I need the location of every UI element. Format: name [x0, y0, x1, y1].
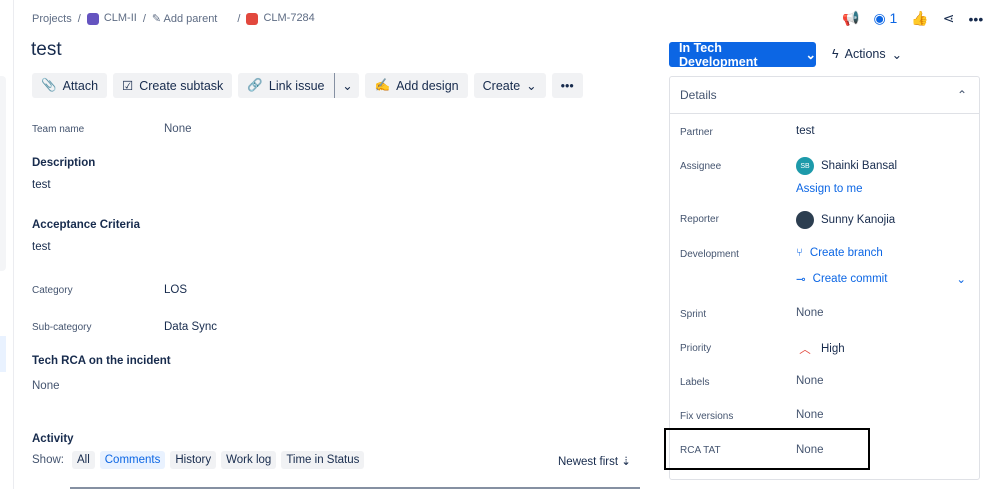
- acceptance-heading: Acceptance Criteria: [32, 219, 141, 231]
- rca-heading: Tech RCA on the incident: [32, 355, 171, 367]
- subtask-icon: ☑: [122, 79, 134, 93]
- incident-icon: [246, 12, 259, 25]
- details-header[interactable]: Details ⌃: [670, 77, 979, 114]
- breadcrumb-issue[interactable]: CLM-7284: [246, 12, 315, 25]
- add-design-button[interactable]: ✍ Add design: [365, 73, 468, 98]
- chevron-up-icon: ⌃: [956, 88, 967, 102]
- status-button[interactable]: In Tech Development ⌄: [669, 41, 816, 69]
- branch-icon: ⑂: [796, 247, 803, 259]
- create-branch-link[interactable]: ⑂ Create branch: [796, 247, 883, 259]
- megaphone-icon[interactable]: 📢: [842, 10, 859, 27]
- priority-value[interactable]: ︿ High: [796, 341, 844, 357]
- more-icon[interactable]: •••: [969, 11, 984, 27]
- lightning-icon: ϟ: [832, 47, 839, 61]
- category-label: Category: [32, 285, 73, 296]
- activity-heading: Activity: [32, 433, 74, 445]
- filter-work-log[interactable]: Work log: [221, 451, 277, 469]
- sort-button[interactable]: Newest first ⇣: [558, 454, 631, 468]
- chevron-down-icon: ⌄: [956, 274, 966, 286]
- actions-button[interactable]: ϟ Actions ⌄: [832, 47, 902, 62]
- breadcrumb: Projects / CLM-II / ✎ Add parent / CLM-7284: [32, 12, 315, 25]
- watch-button[interactable]: ◉ 1: [873, 10, 897, 27]
- assignee-label: Assignee: [680, 161, 722, 172]
- description-value[interactable]: test: [32, 179, 51, 191]
- avatar: SB: [796, 157, 814, 175]
- acceptance-value[interactable]: test: [32, 241, 51, 253]
- left-sidebar: [0, 0, 14, 489]
- category-value[interactable]: LOS: [164, 284, 187, 296]
- filter-history[interactable]: History: [170, 451, 217, 469]
- avatar: [796, 211, 814, 229]
- team-name-label: Team name: [32, 124, 85, 135]
- add-parent-link[interactable]: ✎ Add parent: [152, 12, 218, 25]
- share-icon[interactable]: ⋖: [943, 10, 955, 27]
- fix-versions-value[interactable]: None: [796, 409, 824, 421]
- create-subtask-button[interactable]: ☑ Create subtask: [113, 73, 233, 98]
- sort-icon: ⇣: [621, 456, 631, 468]
- fix-versions-label: Fix versions: [680, 411, 734, 422]
- paperclip-icon: 📎: [41, 78, 57, 92]
- chevron-down-icon: ⌄: [891, 48, 903, 62]
- link-icon: 🔗: [247, 78, 263, 92]
- sprint-label: Sprint: [680, 309, 707, 320]
- filter-time-in-status[interactable]: Time in Status: [281, 451, 365, 469]
- priority-high-icon: ︿: [799, 344, 811, 356]
- chevron-down-icon[interactable]: ⌄: [334, 73, 359, 98]
- reporter-value[interactable]: Sunny Kanojia: [796, 211, 895, 229]
- priority-label: Priority: [680, 343, 712, 354]
- link-issue-button[interactable]: 🔗 Link issue ⌄: [238, 73, 360, 98]
- partner-label: Partner: [680, 127, 713, 138]
- project-icon: [86, 12, 99, 25]
- labels-label: Labels: [680, 377, 710, 388]
- partner-value[interactable]: test: [796, 125, 815, 137]
- assignee-value[interactable]: SB Shainki Bansal: [796, 157, 897, 175]
- like-icon[interactable]: 👍: [911, 10, 928, 27]
- development-label: Development: [680, 249, 739, 260]
- team-name-value[interactable]: None: [164, 123, 192, 135]
- attach-button[interactable]: 📎 Attach: [32, 73, 108, 98]
- eye-icon: ◉: [873, 10, 886, 26]
- rca-tat-highlight-box: [664, 428, 870, 470]
- sprint-value[interactable]: None: [796, 307, 824, 319]
- breadcrumb-projects[interactable]: Projects: [32, 13, 72, 25]
- chevron-down-icon: ⌄: [526, 79, 537, 93]
- design-icon: ✍: [374, 78, 391, 92]
- create-button[interactable]: Create ⌄: [473, 73, 546, 98]
- reporter-label: Reporter: [680, 214, 719, 225]
- rca-value[interactable]: None: [32, 380, 60, 392]
- assign-to-me-link[interactable]: Assign to me: [796, 183, 862, 195]
- labels-value[interactable]: None: [796, 375, 824, 387]
- breadcrumb-project[interactable]: CLM-II: [86, 12, 137, 25]
- chevron-down-icon: ⌄: [805, 48, 816, 62]
- filter-comments[interactable]: Comments: [99, 451, 166, 469]
- subcategory-label: Sub-category: [32, 322, 92, 333]
- filter-all[interactable]: All: [71, 451, 95, 469]
- commit-icon: ⊸: [796, 274, 806, 286]
- description-heading: Description: [32, 157, 96, 169]
- show-label: Show:: [32, 454, 64, 466]
- create-commit-link[interactable]: ⊸ Create commit ⌄: [796, 272, 966, 286]
- more-icon: •••: [560, 78, 574, 93]
- issue-title[interactable]: test: [31, 39, 62, 61]
- details-panel: Details ⌃ Partner test Assignee SB Shainki…: [669, 76, 980, 480]
- subcategory-value[interactable]: Data Sync: [164, 321, 217, 333]
- more-button[interactable]: •••: [551, 73, 583, 98]
